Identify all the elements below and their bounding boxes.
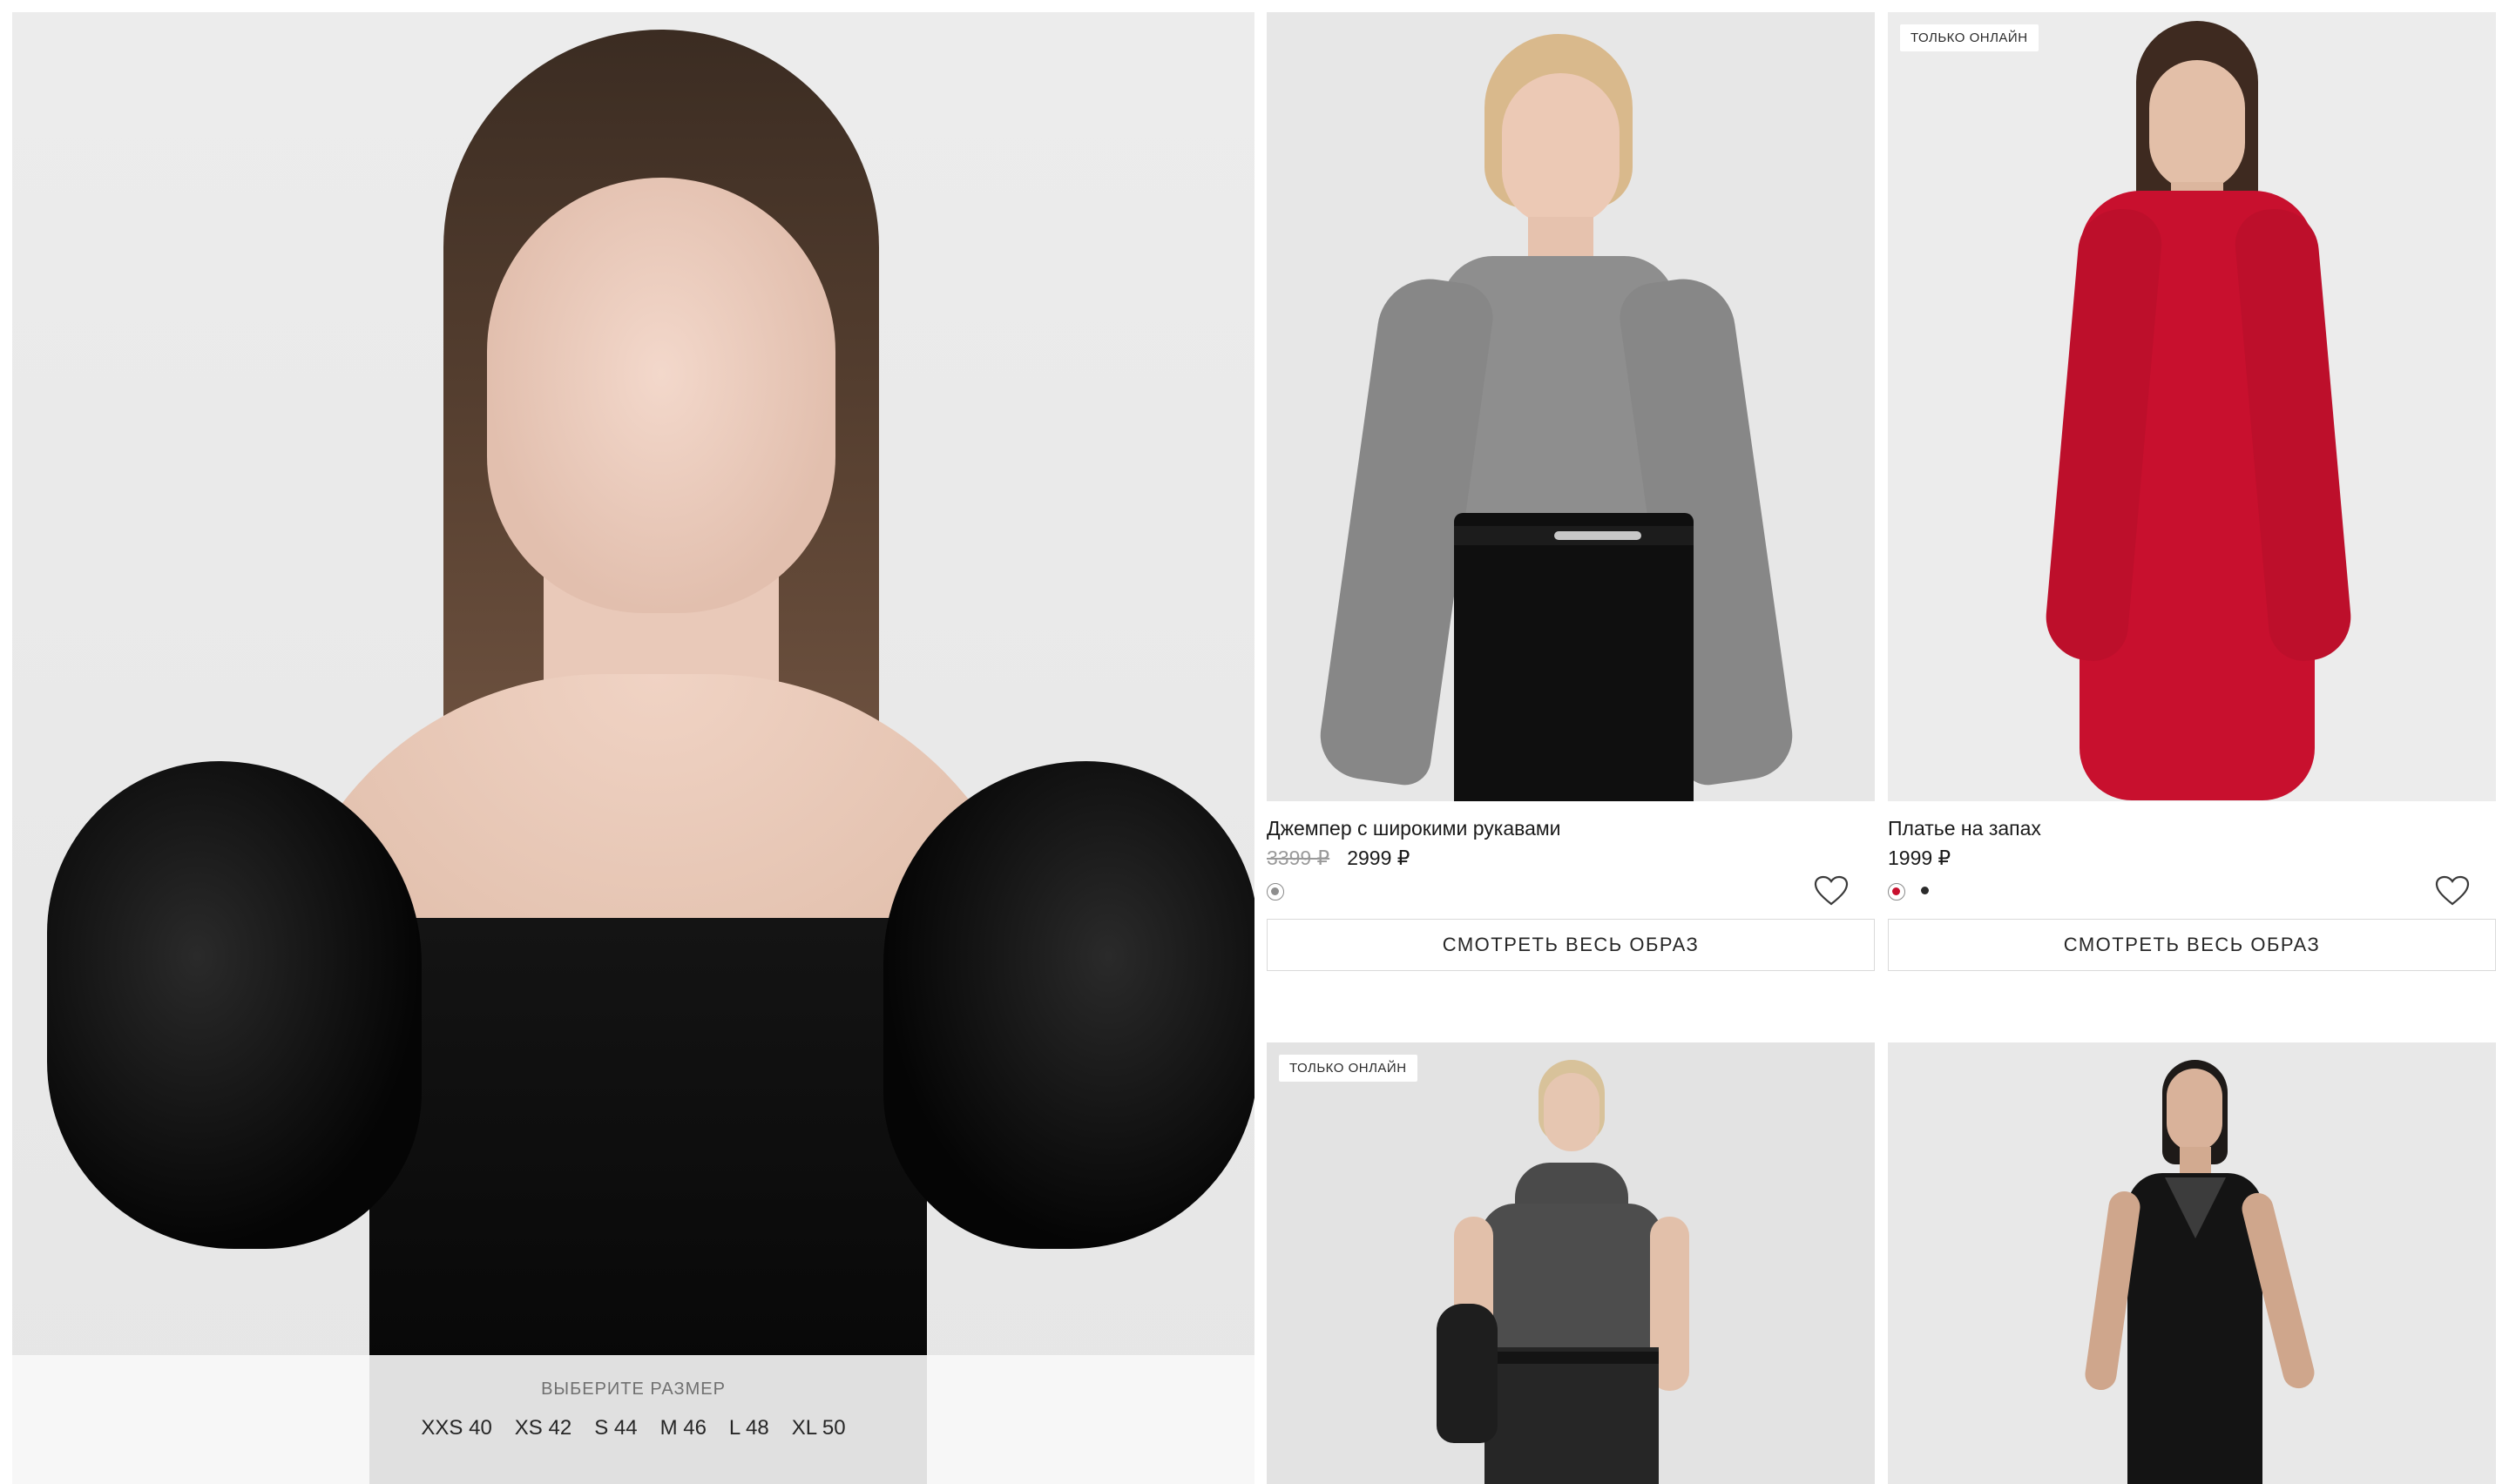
product-price: 3399 ₽ 2999 ₽ [1267, 844, 1875, 872]
product-image-black-dress[interactable] [1888, 1042, 2496, 1484]
size-option-xs[interactable]: XS 42 [515, 1416, 571, 1440]
color-swatch-black[interactable] [1917, 883, 1935, 901]
color-swatch-dot [1892, 887, 1900, 895]
velvet-sleeve-right [883, 761, 1254, 1249]
product-image-wrap-dress[interactable]: ТОЛЬКО ОНЛАЙН [1888, 12, 2496, 801]
product-name[interactable]: Джемпер с широкими рукавами [1267, 814, 1875, 842]
hero-product-image[interactable] [12, 12, 1254, 1484]
view-full-look-button[interactable]: СМОТРЕТЬ ВЕСЬ ОБРАЗ [1888, 919, 2496, 971]
model-face [1544, 1073, 1599, 1151]
product-card-wrap-dress: Платье на запах 1999 ₽ СМОТРЕТЬ ВЕСЬ ОБР… [1888, 814, 2496, 971]
black-skirt [1454, 513, 1694, 801]
old-price: 3399 ₽ [1267, 847, 1330, 869]
size-option-m[interactable]: M 46 [660, 1416, 707, 1440]
product-price: 1999 ₽ [1888, 844, 2496, 872]
heart-icon[interactable] [2435, 875, 2470, 907]
product-card-jumper: Джемпер с широкими рукавами 3399 ₽ 2999 … [1267, 814, 1875, 971]
model-face [2167, 1069, 2222, 1151]
color-and-favorite-row [1267, 872, 1875, 910]
model-face [1502, 73, 1620, 226]
size-option-xl[interactable]: XL 50 [792, 1416, 846, 1440]
velvet-sleeve-left [47, 761, 422, 1249]
online-only-badge: ТОЛЬКО ОНЛАЙН [1900, 24, 2039, 51]
product-name[interactable]: Платье на запах [1888, 814, 2496, 842]
current-price: 2999 ₽ [1347, 847, 1410, 869]
size-options: XXS 40 XS 42 S 44 M 46 L 48 XL 50 [12, 1416, 1254, 1440]
size-option-xxs[interactable]: XXS 40 [421, 1416, 491, 1440]
heart-icon[interactable] [1814, 875, 1849, 907]
model-face [487, 178, 835, 613]
product-image-jumper[interactable] [1267, 12, 1875, 801]
color-swatch-dot [1921, 887, 1929, 894]
color-and-favorite-row [1888, 872, 2496, 910]
belt [1484, 1352, 1659, 1364]
view-full-look-button[interactable]: СМОТРЕТЬ ВЕСЬ ОБРАЗ [1267, 919, 1875, 971]
product-image-knit-vest[interactable]: ТОЛЬКО ОНЛАЙН [1267, 1042, 1875, 1484]
grey-knit-vest [1480, 1204, 1663, 1352]
black-jeans [1484, 1347, 1659, 1484]
online-only-badge: ТОЛЬКО ОНЛАЙН [1279, 1055, 1417, 1082]
color-swatch-grey[interactable] [1267, 883, 1284, 901]
size-option-l[interactable]: L 48 [729, 1416, 769, 1440]
size-option-s[interactable]: S 44 [594, 1416, 637, 1440]
size-selector-panel: ВЫБЕРИТЕ РАЗМЕР XXS 40 XS 42 S 44 M 46 L… [12, 1355, 1254, 1484]
current-price: 1999 ₽ [1888, 847, 1951, 869]
black-bag [1437, 1304, 1498, 1443]
color-swatch-red[interactable] [1888, 883, 1905, 901]
model-face [2149, 60, 2245, 191]
color-swatch-dot [1271, 887, 1279, 895]
size-selector-title: ВЫБЕРИТЕ РАЗМЕР [541, 1379, 726, 1399]
belt-buckle [1554, 531, 1641, 540]
